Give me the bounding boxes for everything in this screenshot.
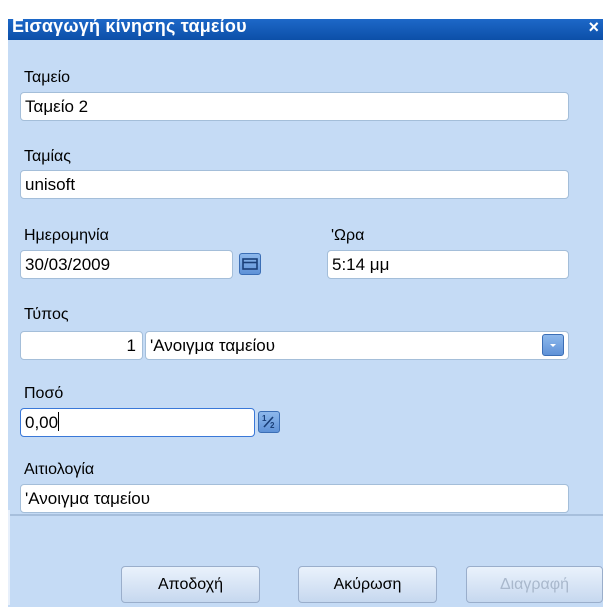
amount-field[interactable]: 0,00: [20, 408, 255, 437]
accept-button[interactable]: Αποδοχή: [121, 566, 260, 603]
dialog-title: Εισαγωγή κίνησης ταμείου: [12, 16, 247, 36]
amount-label: Ποσό: [24, 385, 64, 402]
type-code-field[interactable]: 1: [20, 331, 143, 360]
svg-text:2: 2: [270, 421, 275, 430]
cancel-button[interactable]: Ακύρωση: [298, 566, 437, 603]
time-label: 'Ωρα: [331, 227, 365, 244]
calculator-button[interactable]: 1 2: [258, 411, 280, 433]
type-select[interactable]: 'Ανοιγμα ταμείου: [145, 331, 569, 360]
reason-field[interactable]: 'Ανοιγμα ταμείου: [20, 484, 569, 513]
amount-value: 0,00: [25, 413, 59, 432]
time-field[interactable]: 5:14 μμ: [327, 250, 569, 279]
delete-button: Διαγραφή: [466, 566, 603, 603]
close-icon[interactable]: ×: [588, 17, 599, 38]
footer-divider: [8, 510, 10, 605]
date-label: Ημερομηνία: [24, 227, 109, 244]
cashbox-label: Ταμείο: [24, 69, 71, 86]
chevron-down-icon: [550, 344, 556, 347]
date-field[interactable]: 30/03/2009: [20, 250, 233, 279]
cashier-label: Ταμίας: [24, 148, 71, 165]
type-dropdown-button[interactable]: [542, 334, 564, 356]
reason-label: Αιτιολογία: [24, 461, 95, 478]
calendar-icon: [242, 258, 258, 270]
dialog-title-bar: Εισαγωγή κίνησης ταμείου ×: [8, 16, 603, 40]
cashier-field[interactable]: unisoft: [20, 170, 569, 199]
calculator-icon: 1 2: [262, 414, 275, 430]
type-select-value: 'Ανοιγμα ταμείου: [150, 336, 276, 355]
svg-text:1: 1: [262, 414, 267, 423]
text-caret: [58, 412, 60, 431]
type-label: Τύπος: [24, 306, 69, 323]
cashbox-field[interactable]: Ταμείο 2: [20, 92, 569, 121]
calendar-button[interactable]: [239, 253, 261, 275]
